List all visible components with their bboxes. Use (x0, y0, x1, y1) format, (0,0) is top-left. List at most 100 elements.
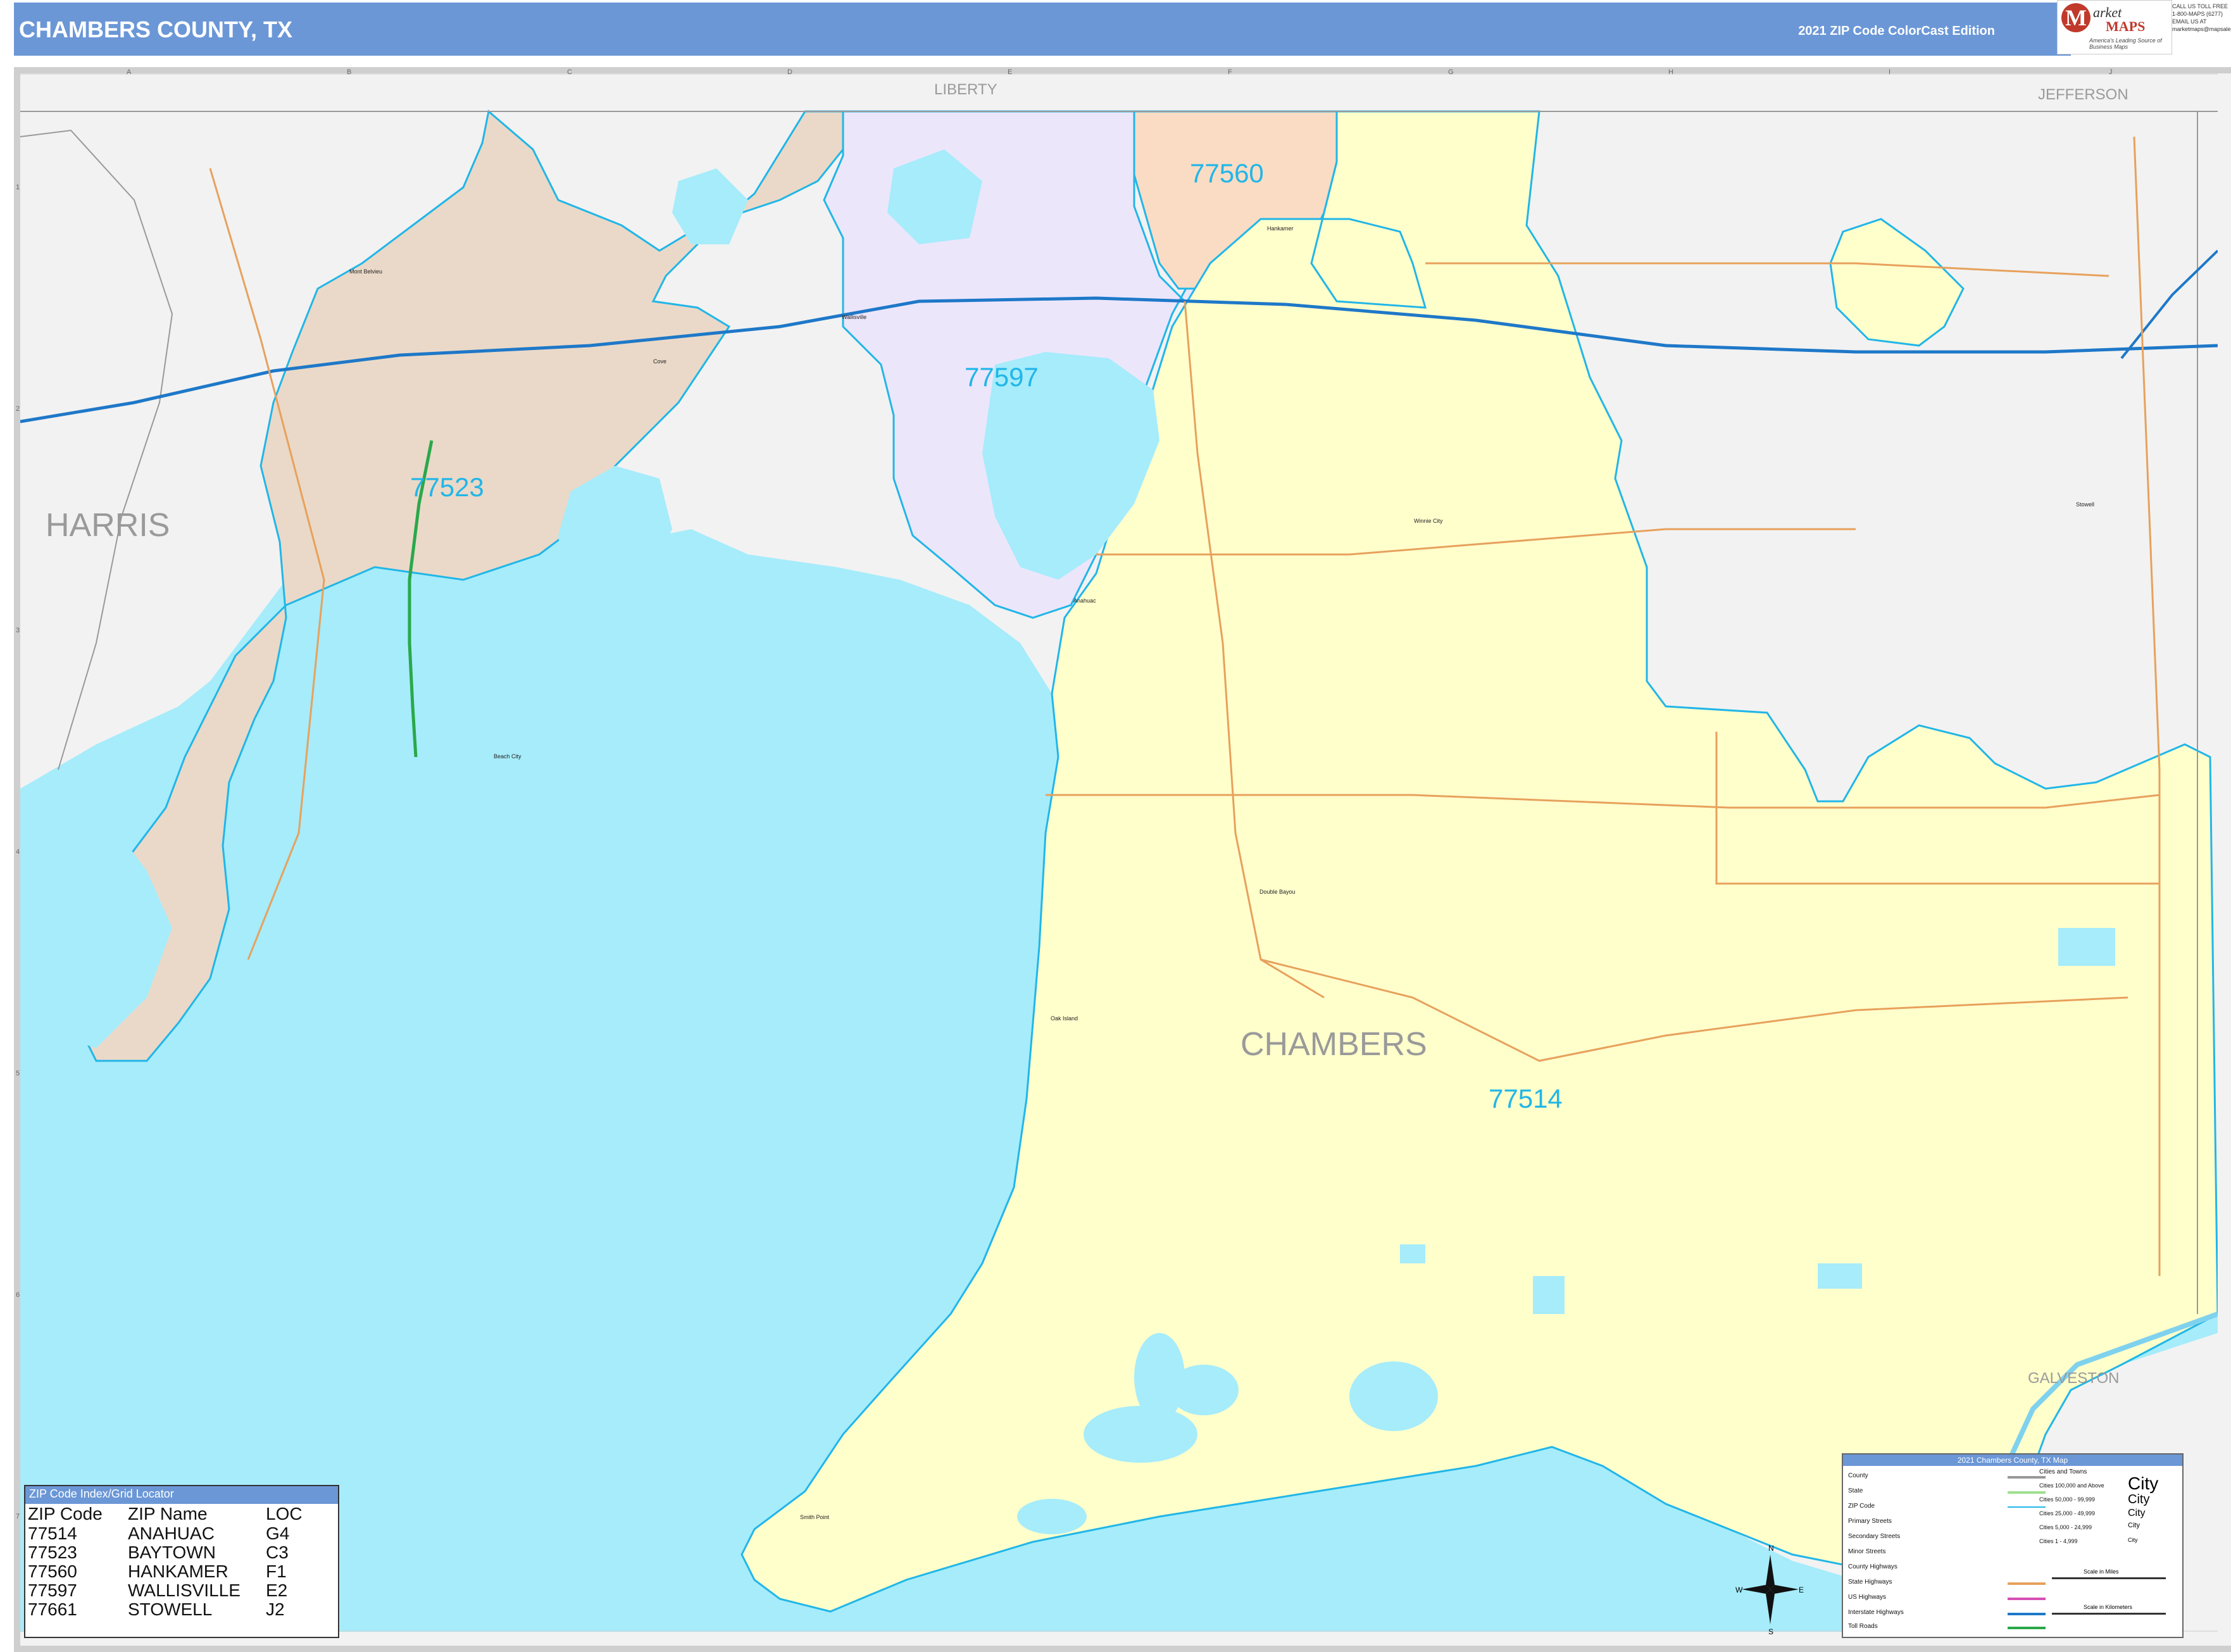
zip-code-cell: 77560 (28, 1561, 77, 1581)
zip-code-cell: 77661 (28, 1599, 77, 1619)
table-row: 77514 ANAHUAC G4 (28, 1524, 308, 1543)
zip-code-cell: 77597 (28, 1580, 77, 1600)
logo-letter: M (2061, 3, 2090, 32)
legend-city-sample: City (2128, 1522, 2140, 1529)
marsh-lake (1084, 1406, 1197, 1463)
grid-col-label: D (787, 68, 792, 76)
city-label: Anahuac (1073, 598, 1096, 604)
zip-index-table: ZIP Code ZIP Name LOC 77514 ANAHUAC G4 7… (28, 1504, 308, 1619)
legend-swatch (2008, 1491, 2046, 1494)
zip-index-title: ZIP Code Index/Grid Locator (25, 1486, 338, 1504)
grid-col-label: F (1228, 68, 1232, 76)
legend-scale-miles: Scale in Miles (2084, 1568, 2119, 1575)
city-label: Hankamer (1267, 225, 1294, 232)
city-label: Smith Point (800, 1514, 830, 1520)
legend-row: County (1848, 1472, 1868, 1479)
table-row: 77661 STOWELL J2 (28, 1600, 308, 1619)
legend-scale-bar (2052, 1613, 2166, 1615)
zip-loc-cell: J2 (266, 1599, 285, 1619)
zip-label-77514: 77514 (1489, 1084, 1563, 1113)
contact-line: marketmaps@mapsales.com (2172, 26, 2231, 32)
compass-n: N (1768, 1544, 1774, 1553)
header-bar: CHAMBERS COUNTY, TX 2021 ZIP Code ColorC… (14, 3, 2071, 56)
grid-col-label: E (1008, 68, 1013, 76)
legend-row: ZIP Code (1848, 1503, 1875, 1510)
zip-loc-cell: G4 (266, 1524, 290, 1543)
city-label: Stowell (2076, 501, 2095, 508)
grid-row-label: 3 (16, 627, 20, 634)
grid-col-label: H (1668, 68, 1673, 76)
zip-label-77560: 77560 (1190, 158, 1264, 188)
zip-loc-cell: C3 (266, 1542, 289, 1562)
marsh-lake (1818, 1263, 1862, 1289)
legend-row: US Highways (1848, 1594, 1887, 1601)
zip-loc-cell: F1 (266, 1561, 287, 1581)
marsh-lake (1017, 1499, 1087, 1534)
city-label: Cove (653, 358, 667, 365)
zip-name-cell: STOWELL (128, 1599, 213, 1619)
zip-name-cell: BAYTOWN (128, 1542, 216, 1562)
zip-label-77523: 77523 (410, 472, 484, 502)
edition-label: 2021 ZIP Code ColorCast Edition (1798, 24, 1995, 38)
grid-row-label: 2 (16, 405, 20, 413)
contact-line: 1-800-MAPS (6277) (2172, 11, 2223, 17)
compass-w: W (1735, 1586, 1743, 1594)
map-legend: 2021 Chambers County, TX Map County Stat… (1842, 1453, 2184, 1638)
zip-index-header: ZIP Code (28, 1504, 103, 1524)
legend-row: Minor Streets (1848, 1548, 1886, 1555)
city-label: Mont Belvieu (349, 268, 383, 275)
county-label-galveston: GALVESTON (2028, 1370, 2120, 1387)
legend-scale-bar (2052, 1577, 2166, 1579)
grid-col-label: A (127, 68, 132, 76)
zip-index-header: ZIP Name (128, 1504, 208, 1524)
legend-city-size: Cities 50,000 - 99,999 (2039, 1496, 2096, 1503)
legend-city-sample: City (2128, 1537, 2138, 1543)
logo-line2: MAPS (2106, 18, 2146, 34)
grid-col-label: C (567, 68, 572, 76)
grid-col-label: I (1889, 68, 1891, 76)
county-label-jefferson: JEFFERSON (2038, 86, 2128, 103)
legend-row: Primary Streets (1848, 1518, 1892, 1525)
legend-row: Toll Roads (1848, 1623, 1878, 1630)
legend-city-sample: City (2128, 1474, 2159, 1493)
county-label-harris: HARRIS (46, 507, 170, 544)
marsh-lake (1533, 1276, 1565, 1314)
zip-code-cell: 77514 (28, 1524, 77, 1543)
legend-city-size: Cities 5,000 - 24,999 (2039, 1524, 2092, 1530)
map-title: CHAMBERS COUNTY, TX (19, 16, 293, 42)
grid-row-label: 7 (16, 1513, 20, 1520)
legend-swatch (2008, 1506, 2046, 1508)
grid-col-label: B (347, 68, 352, 76)
contact-line: CALL US TOLL FREE (2172, 3, 2228, 9)
grid-col-label: G (1448, 68, 1454, 76)
grid-row-label: 4 (16, 848, 20, 856)
marsh-lake (2058, 928, 2115, 966)
legend-swatch (2008, 1627, 2046, 1629)
legend-swatch (2008, 1598, 2046, 1600)
legend-swatch (2008, 1582, 2046, 1585)
legend-row: County Highways (1848, 1563, 1897, 1570)
legend-title: 2021 Chambers County, TX Map (1843, 1455, 2182, 1466)
legend-row: State Highways (1848, 1579, 1892, 1586)
legend-city-sample: City (2128, 1508, 2146, 1518)
zip-name-cell: WALLISVILLE (128, 1580, 241, 1600)
grid-row-label: 5 (16, 1070, 20, 1077)
city-label: Oak Island (1051, 1015, 1078, 1022)
zip-label-77597: 77597 (965, 362, 1039, 392)
county-label-chambers: CHAMBERS (1240, 1026, 1427, 1063)
table-row: 77523 BAYTOWN C3 (28, 1543, 308, 1562)
city-label: Wallisville (842, 314, 867, 320)
legend-city-sample: City (2128, 1492, 2150, 1506)
legend-cities-title: Cities and Towns (2039, 1468, 2087, 1475)
zip-name-cell: HANKAMER (128, 1561, 228, 1581)
map-canvas[interactable] (20, 73, 2218, 1632)
table-row: 77560 HANKAMER F1 (28, 1562, 308, 1581)
grid-row-label: 1 (16, 184, 20, 191)
table-row: 77597 WALLISVILLE E2 (28, 1581, 308, 1600)
grid-row-label: 6 (16, 1291, 20, 1299)
compass-s: S (1768, 1627, 1773, 1636)
compass-rose-icon: N S W E (1735, 1544, 1804, 1636)
zip-code-cell: 77523 (28, 1542, 77, 1562)
legend-swatch (2008, 1476, 2046, 1479)
compass-e: E (1799, 1586, 1804, 1594)
